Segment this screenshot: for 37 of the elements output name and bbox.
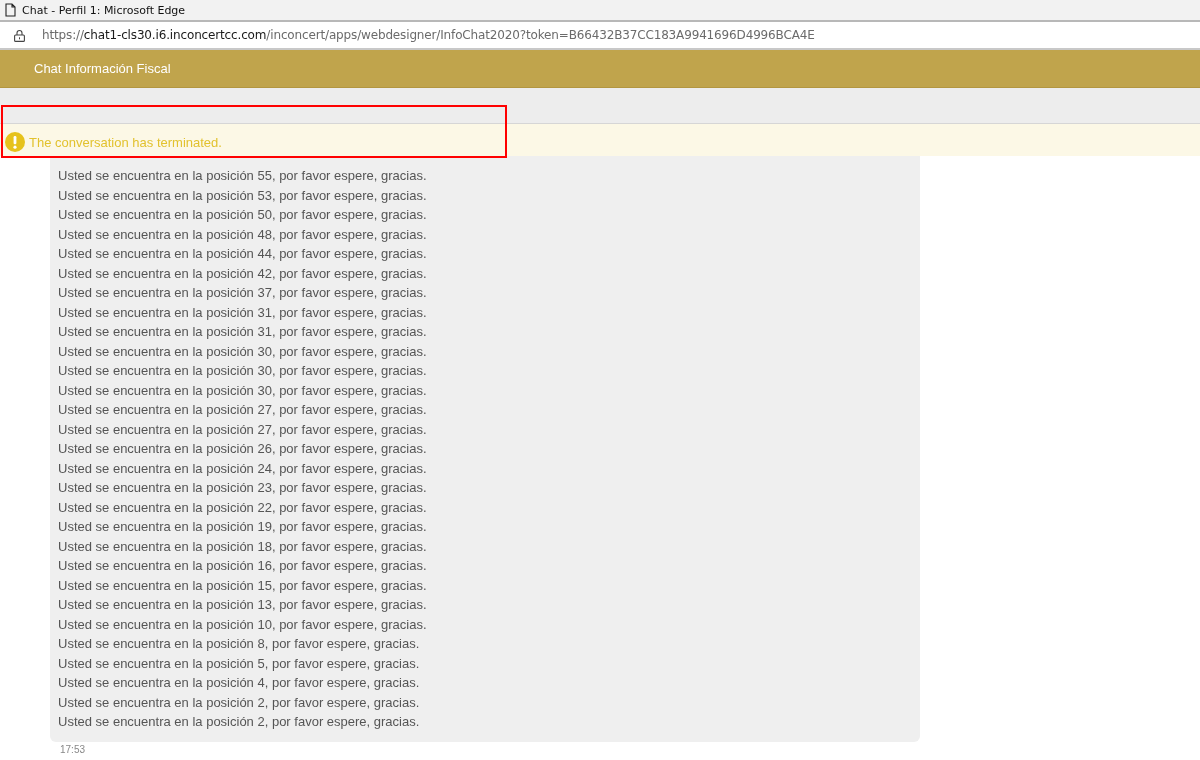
message-time: 17:53 [59,742,87,756]
window-title: Chat - Perfil 1: Microsoft Edge [22,3,186,17]
message-line: Usted se encuentra en la posición 50, por favor espere, gracias. [58,206,428,224]
page-icon [5,3,16,17]
message-line: Usted se encuentra en la posición 27, por favor espere, gracias. [58,420,428,439]
message-line: Usted se encuentra en la posición 24, por favor espere, gracias. [58,459,428,478]
message-line: Usted se encuentra en la posición 2, por favor espere, gracias. [58,693,421,712]
chat-title: Chat Información Fiscal [34,61,171,76]
message-line: Usted se encuentra en la posición 19, por favor espere, gracias. [58,518,428,536]
message-line: Usted se encuentra en la posición 55, por favor espere, gracias. [58,167,428,185]
message-line: Usted se encuentra en la posición 30, por favor espere, gracias. [58,381,428,400]
address-url[interactable]: https://chat1-cls30.i6.inconcertcc.com/inconcert/apps/webdesigner/InfoChat2020?token=B66432B37CC183A9941696D4996BCA4E [42,28,815,42]
message-line: Usted se encuentra en la posición 42, por favor espere, gracias. [58,264,428,283]
message-line: Usted se encuentra en la posición 22, por favor espere, gracias. [58,498,428,517]
warning-icon [5,132,25,152]
message-line: Usted se encuentra en la posición 15, por favor espere, gracias. [58,576,428,595]
message-line: Usted se encuentra en la posición 48, por favor espere, gracias. [58,225,428,244]
message-line: Usted se encuentra en la posición 30, por favor espere, gracias. [58,362,428,380]
message-line: Usted se encuentra en la posición 18, por favor espere, gracias. [58,537,428,556]
message-line: Usted se encuentra en la posición 16, por favor espere, gracias. [58,557,428,575]
message-line: Usted se encuentra en la posición 44, por favor espere, gracias. [58,245,428,263]
message-line: Usted se encuentra en la posición 4, por favor espere, gracias. [58,674,421,692]
message-line: Usted se encuentra en la posición 31, por favor espere, gracias. [58,323,428,341]
lock-icon [14,28,25,42]
notice-text: The conversation has terminated. [29,134,222,150]
message-line: Usted se encuentra en la posición 2, por favor espere, gracias. [58,713,421,731]
message-line: Usted se encuentra en la posición 27, por favor espere, gracias. [58,401,428,419]
message-line: Usted se encuentra en la posición 31, por favor espere, gracias. [58,303,428,322]
message-line: Usted se encuentra en la posición 5, por favor espere, gracias. [58,654,421,673]
message-line: Usted se encuentra en la posición 37, por favor espere, gracias. [58,284,428,302]
message-line: Usted se encuentra en la posición 10, por favor espere, gracias. [58,615,428,634]
message-line: Usted se encuentra en la posición 13, por favor espere, gracias. [58,596,428,614]
message-line: Usted se encuentra en la posición 53, por favor espere, gracias. [58,186,428,205]
message-line: Usted se encuentra en la posición 23, por favor espere, gracias. [58,479,428,497]
message-line: Usted se encuentra en la posición 26, por favor espere, gracias. [58,440,428,458]
message-line: Usted se encuentra en la posición 8, por favor espere, gracias. [58,635,421,653]
message-line: Usted se encuentra en la posición 30, por favor espere, gracias. [58,342,428,361]
